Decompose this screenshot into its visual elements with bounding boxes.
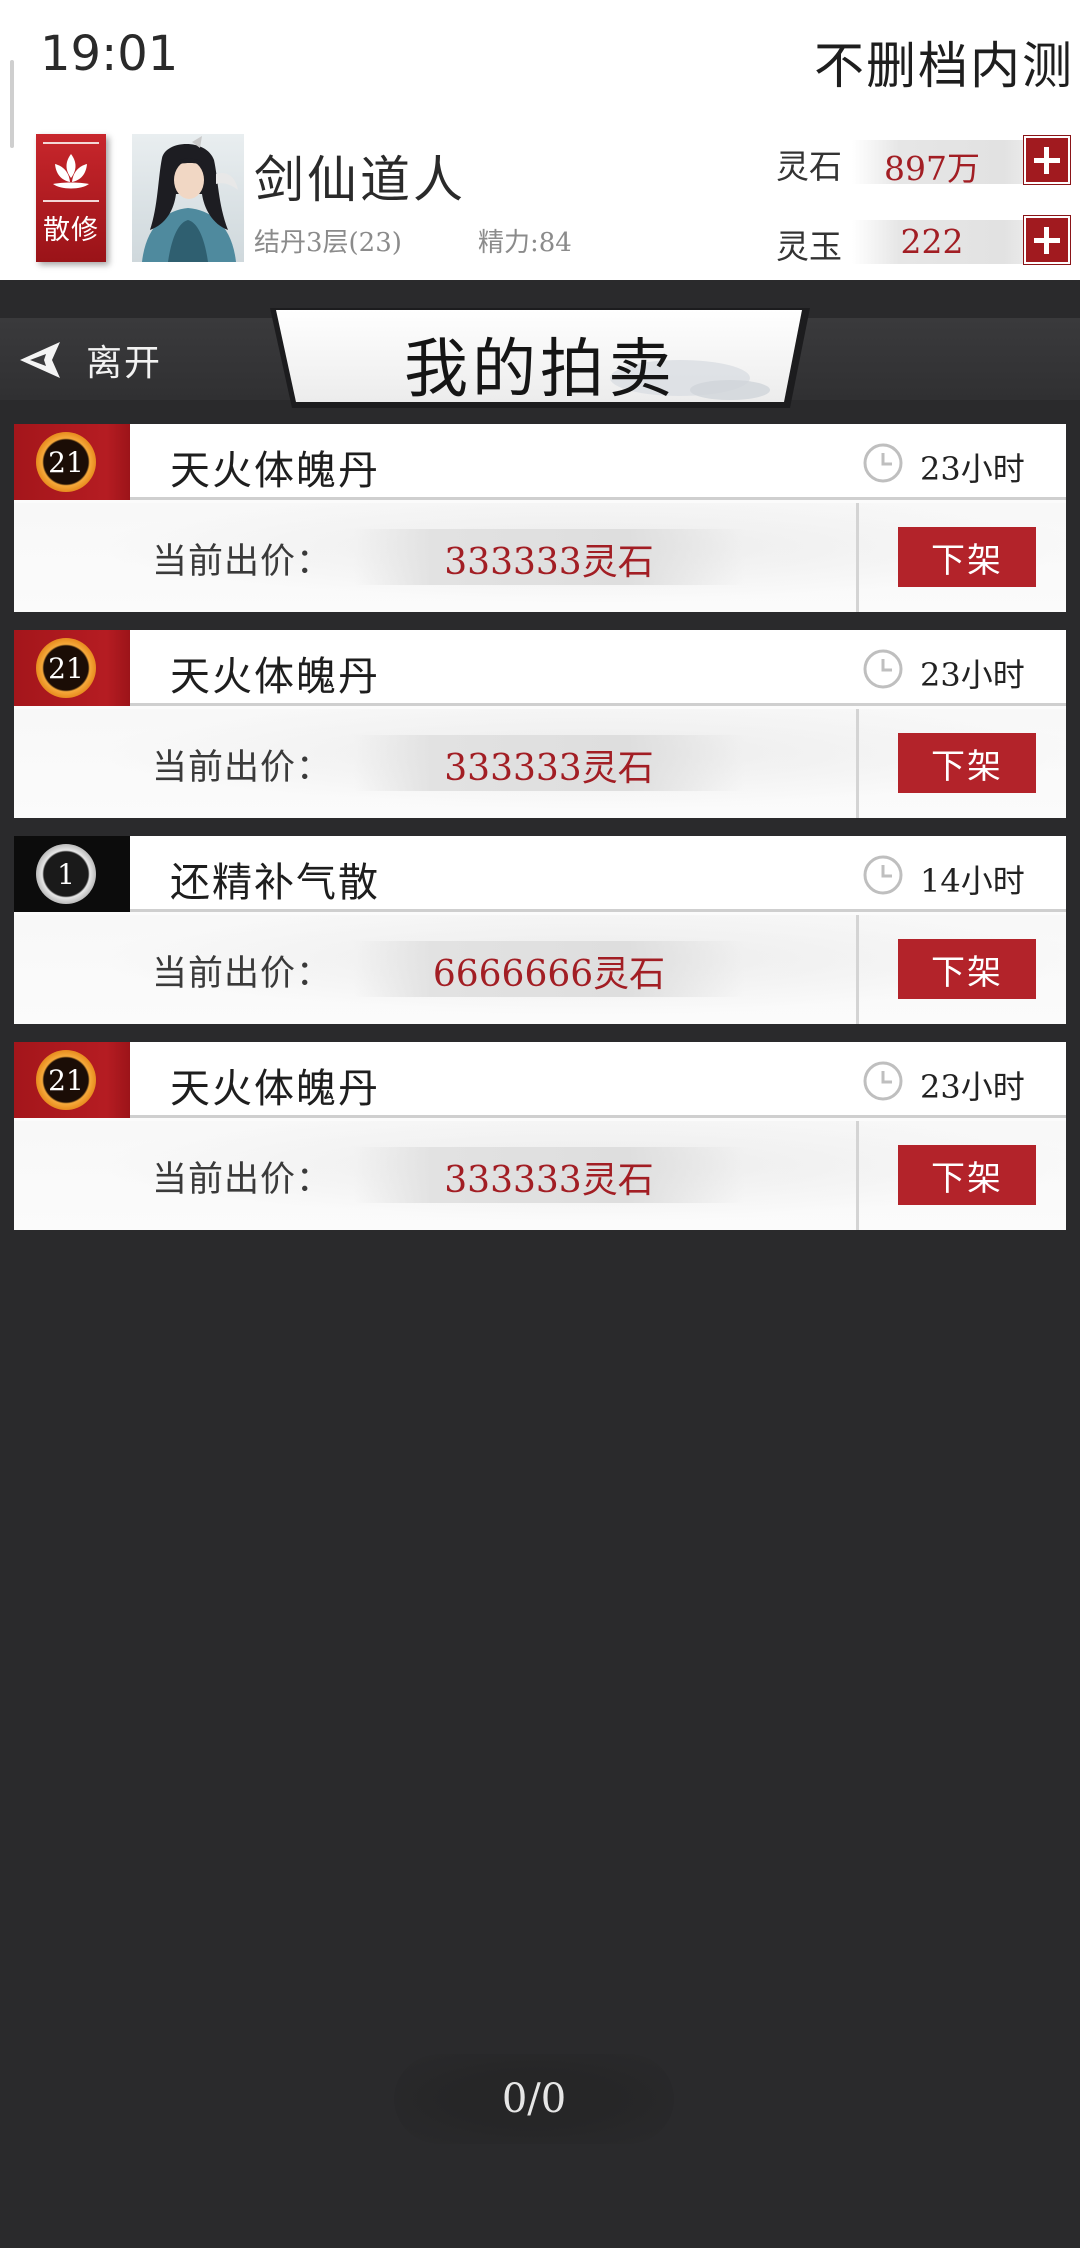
divider [856, 503, 859, 612]
price-label: 当前出价： [152, 1160, 333, 1200]
item-header: 21 天火体魄丹 23小时 [14, 1042, 1066, 1118]
player-name: 剑仙道人 [254, 151, 466, 209]
player-stamina: 精力:84 [478, 228, 572, 258]
item-name: 天火体魄丹 [170, 654, 380, 700]
delist-button[interactable]: 下架 [898, 733, 1036, 793]
title-plate: 我的拍卖 [270, 308, 810, 408]
auction-list: 21 天火体魄丹 23小时 当前出价： 333333灵石 下架 21 天火体魄丹 [14, 424, 1066, 1248]
clock-icon [863, 443, 903, 483]
delist-button[interactable]: 下架 [898, 1145, 1036, 1205]
item-body: 当前出价： 6666666灵石 下架 [14, 915, 1066, 1024]
divider [856, 915, 859, 1024]
player-level: 结丹3层(23) [254, 228, 402, 258]
item-body: 当前出价： 333333灵石 下架 [14, 503, 1066, 612]
sect-badge[interactable]: 散修 [36, 134, 106, 262]
level-number: 1 [36, 844, 96, 904]
currency-spirit-jade: 灵玉 222 [776, 216, 1076, 266]
item-header: 21 天火体魄丹 23小时 [14, 424, 1066, 500]
level-badge: 21 [14, 1042, 130, 1118]
item-name: 天火体魄丹 [170, 1066, 380, 1112]
current-bid: 333333灵石 [444, 542, 654, 583]
edge-handle [10, 60, 14, 148]
clock: 19:01 [40, 26, 179, 82]
clock-icon [863, 649, 903, 689]
avatar[interactable] [132, 134, 244, 262]
item-body: 当前出价： 333333灵石 下架 [14, 709, 1066, 818]
time-remaining: 23小时 [920, 1068, 1025, 1106]
current-bid: 6666666灵石 [432, 954, 666, 995]
level-badge: 1 [14, 836, 130, 912]
level-badge: 21 [14, 630, 130, 706]
price-label: 当前出价： [152, 954, 333, 994]
sect-label: 散修 [43, 215, 99, 246]
list-item: 1 还精补气散 14小时 当前出价： 6666666灵石 下架 [14, 836, 1066, 1024]
avatar-portrait [132, 134, 244, 262]
list-item: 21 天火体魄丹 23小时 当前出价： 333333灵石 下架 [14, 424, 1066, 612]
time-remaining: 23小时 [920, 450, 1025, 488]
currency-label: 灵玉 [776, 227, 842, 266]
time-remaining: 14小时 [920, 862, 1025, 900]
delist-button[interactable]: 下架 [898, 527, 1036, 587]
time-remaining: 23小时 [920, 656, 1025, 694]
divider [43, 142, 99, 144]
current-bid: 333333灵石 [444, 748, 654, 789]
currency-spirit-stone: 灵石 897万 [776, 136, 1076, 188]
clock-icon [863, 1061, 903, 1101]
add-spirit-stone-button[interactable] [1024, 136, 1070, 184]
currency-label: 灵石 [776, 147, 842, 186]
pager[interactable]: 0/0 [394, 2054, 674, 2144]
price-label: 当前出价： [152, 748, 333, 788]
price-label: 当前出价： [152, 542, 333, 582]
player-header: 19:01 不删档内测 散修 剑仙道人 结丹3层(23) 精力:84 灵石 89… [0, 0, 1080, 280]
currency-value: 222 [900, 222, 964, 261]
clock-icon [863, 855, 903, 895]
level-number: 21 [36, 638, 96, 698]
delist-button[interactable]: 下架 [898, 939, 1036, 999]
level-badge: 21 [14, 424, 130, 500]
title-bar: 离开 我的拍卖 [0, 280, 1080, 410]
divider [856, 1121, 859, 1230]
item-header: 21 天火体魄丹 23小时 [14, 630, 1066, 706]
back-arrow-icon [20, 342, 60, 378]
add-spirit-jade-button[interactable] [1024, 216, 1070, 264]
item-body: 当前出价： 333333灵石 下架 [14, 1121, 1066, 1230]
item-header: 1 还精补气散 14小时 [14, 836, 1066, 912]
lotus-icon [53, 154, 89, 189]
leave-label: 离开 [86, 343, 163, 384]
server-label: 不删档内测 [814, 37, 1074, 95]
level-number: 21 [36, 432, 96, 492]
current-bid: 333333灵石 [444, 1160, 654, 1201]
item-name: 天火体魄丹 [170, 448, 380, 494]
level-number: 21 [36, 1050, 96, 1110]
item-name: 还精补气散 [170, 860, 380, 906]
leave-button[interactable]: 离开 [16, 330, 196, 390]
currency-value: 897万 [884, 149, 980, 188]
list-item: 21 天火体魄丹 23小时 当前出价： 333333灵石 下架 [14, 1042, 1066, 1230]
page-indicator: 0/0 [501, 2076, 567, 2122]
divider [43, 200, 99, 202]
list-item: 21 天火体魄丹 23小时 当前出价： 333333灵石 下架 [14, 630, 1066, 818]
page-title: 我的拍卖 [404, 333, 676, 407]
divider [856, 709, 859, 818]
